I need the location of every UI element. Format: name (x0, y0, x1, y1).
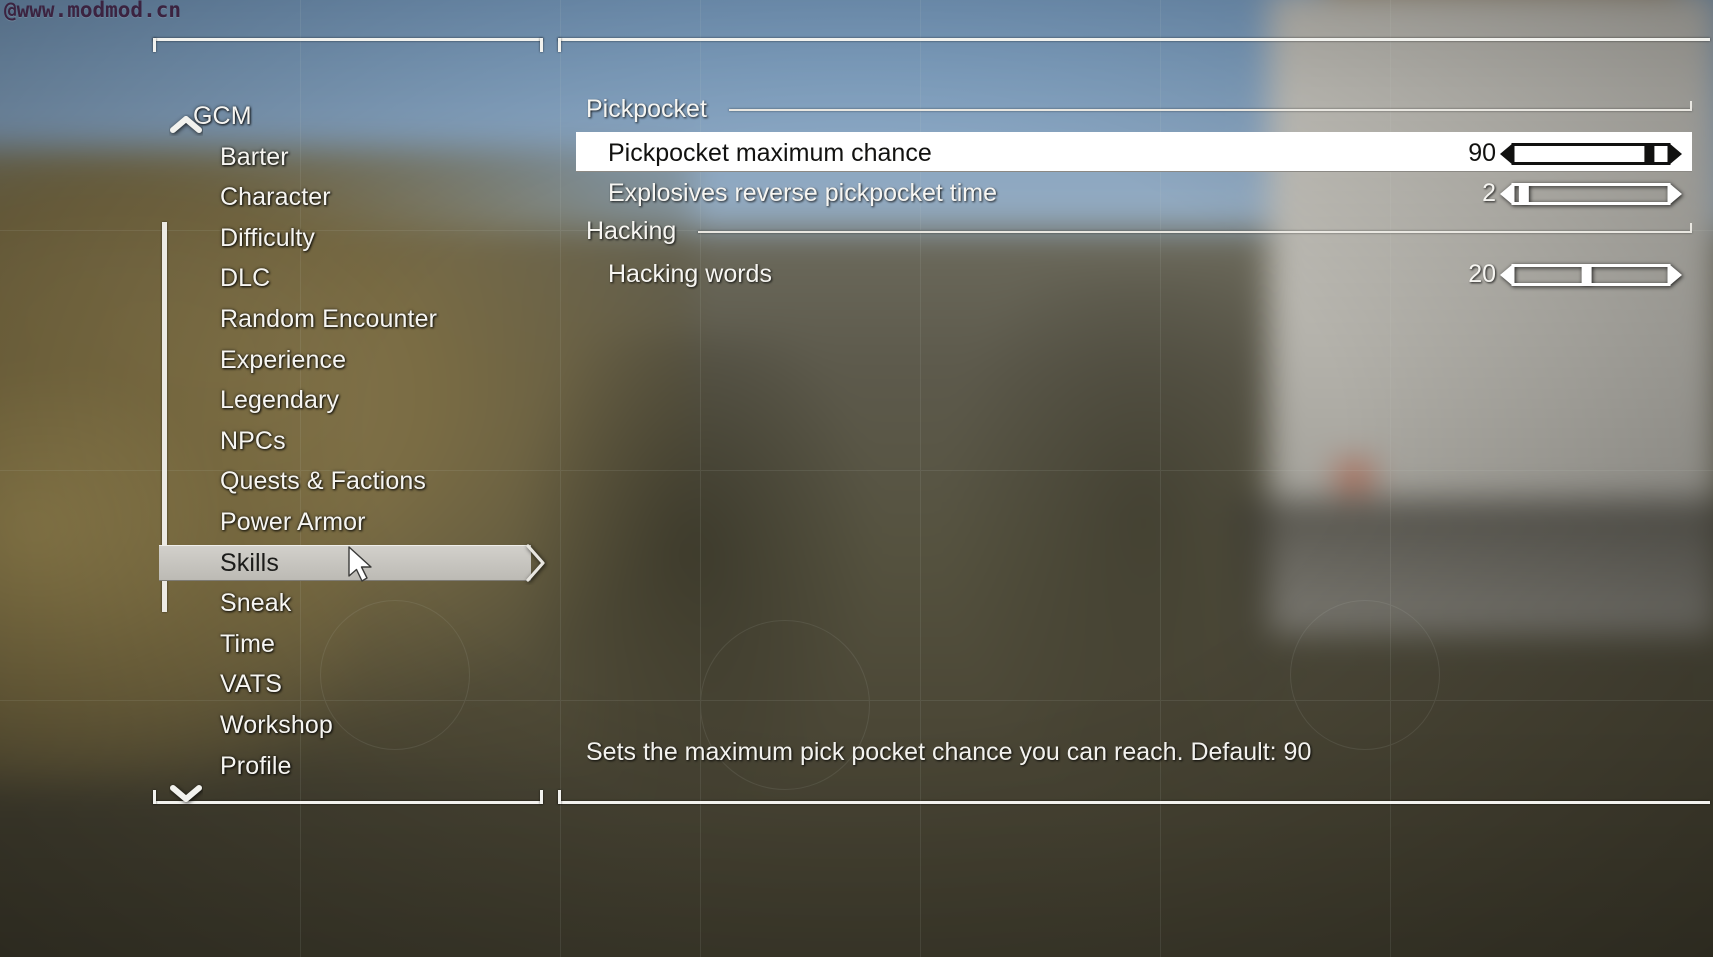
setting-label: Pickpocket maximum chance (608, 139, 932, 167)
sidebar-item-skills[interactable]: Skills (153, 543, 545, 584)
sidebar-item-profile[interactable]: Profile (153, 746, 543, 787)
selection-highlight (159, 544, 531, 581)
category-menu-list: GCM Barter Character Difficulty DLC Random En… (153, 96, 545, 787)
sidebar-item-gcm[interactable]: GCM (153, 96, 543, 137)
panel-corner-top-left (153, 38, 156, 52)
settings-top-edge (558, 38, 1710, 41)
sidebar-item-barter[interactable]: Barter (153, 137, 543, 178)
section-title: Hacking (586, 217, 677, 245)
panel-corner-bottom-left (153, 790, 156, 804)
sidebar-item-sneak[interactable]: Sneak (153, 583, 543, 624)
sidebar-item-label: Character (220, 183, 331, 212)
sidebar-item-npcs[interactable]: NPCs (153, 421, 543, 462)
selection-chevron-icon (523, 541, 555, 585)
sidebar-item-character[interactable]: Character (153, 177, 543, 218)
sidebar-item-label: Workshop (220, 710, 333, 739)
sidebar-item-legendary[interactable]: Legendary (153, 380, 543, 421)
setting-value: 20 (1468, 260, 1496, 288)
panel-bottom-edge (153, 801, 543, 804)
setting-slider[interactable] (1500, 262, 1682, 288)
sidebar-item-label: DLC (220, 264, 271, 293)
sidebar-item-label: NPCs (220, 426, 286, 455)
sidebar-item-time[interactable]: Time (153, 624, 543, 665)
settings-corner-bottom-left (558, 790, 561, 804)
sidebar-item-label: Experience (220, 345, 347, 374)
sidebar-item-dlc[interactable]: DLC (153, 258, 543, 299)
sidebar-item-random-encounter[interactable]: Random Encounter (153, 299, 543, 340)
sidebar-item-experience[interactable]: Experience (153, 340, 543, 381)
setting-row[interactable]: Hacking words 20 (576, 254, 1692, 294)
sidebar-item-label: Quests & Factions (220, 467, 426, 496)
site-watermark: @www.modmod.cn (4, 0, 182, 22)
settings-corner-top-left (558, 38, 561, 52)
section-divider-rule (729, 101, 1692, 111)
panel-top-edge (153, 38, 543, 41)
game-screen: @www.modmod.cn GCM Barter Character Difficu… (0, 0, 1713, 957)
sidebar-item-workshop[interactable]: Workshop (153, 705, 543, 746)
sidebar-item-label: Random Encounter (220, 304, 438, 333)
sidebar-item-label: Barter (220, 142, 289, 171)
chevron-down-icon[interactable] (169, 782, 203, 804)
settings-section-header: Pickpocket (586, 92, 1692, 126)
setting-row[interactable]: Pickpocket maximum chance 90 (576, 132, 1692, 172)
sidebar-item-quests-factions[interactable]: Quests & Factions (153, 461, 543, 502)
section-divider-rule (698, 223, 1692, 233)
sidebar-item-label: Legendary (220, 386, 340, 415)
settings-section-header: Hacking (586, 214, 1692, 248)
settings-panel: Pickpocket Pickpocket maximum chance 90 Exp… (558, 38, 1710, 804)
sidebar-item-label: Sneak (220, 589, 292, 618)
panel-corner-top-right (540, 38, 543, 52)
panel-corner-bottom-right (540, 790, 543, 804)
section-title: Pickpocket (586, 95, 707, 123)
sidebar-item-label: Time (220, 629, 276, 658)
option-description: Sets the maximum pick pocket chance you … (586, 738, 1312, 766)
sidebar-item-label: Skills (220, 548, 279, 577)
setting-value: 2 (1482, 179, 1496, 207)
setting-value: 90 (1468, 139, 1496, 167)
sidebar-item-label: VATS (220, 670, 282, 699)
setting-slider[interactable] (1500, 141, 1682, 167)
setting-label: Explosives reverse pickpocket time (608, 179, 998, 207)
sidebar-item-label: Difficulty (220, 223, 316, 252)
setting-row[interactable]: Explosives reverse pickpocket time 2 (576, 173, 1692, 213)
sidebar-item-difficulty[interactable]: Difficulty (153, 218, 543, 259)
category-menu-panel: GCM Barter Character Difficulty DLC Random En… (153, 38, 545, 804)
sidebar-item-label: Power Armor (220, 507, 366, 536)
setting-slider[interactable] (1500, 181, 1682, 207)
sidebar-item-power-armor[interactable]: Power Armor (153, 502, 543, 543)
chevron-up-icon[interactable] (169, 114, 203, 136)
settings-bottom-edge (558, 801, 1710, 804)
sidebar-item-label: Profile (220, 751, 292, 780)
setting-label: Hacking words (608, 260, 772, 288)
sidebar-item-vats[interactable]: VATS (153, 664, 543, 705)
